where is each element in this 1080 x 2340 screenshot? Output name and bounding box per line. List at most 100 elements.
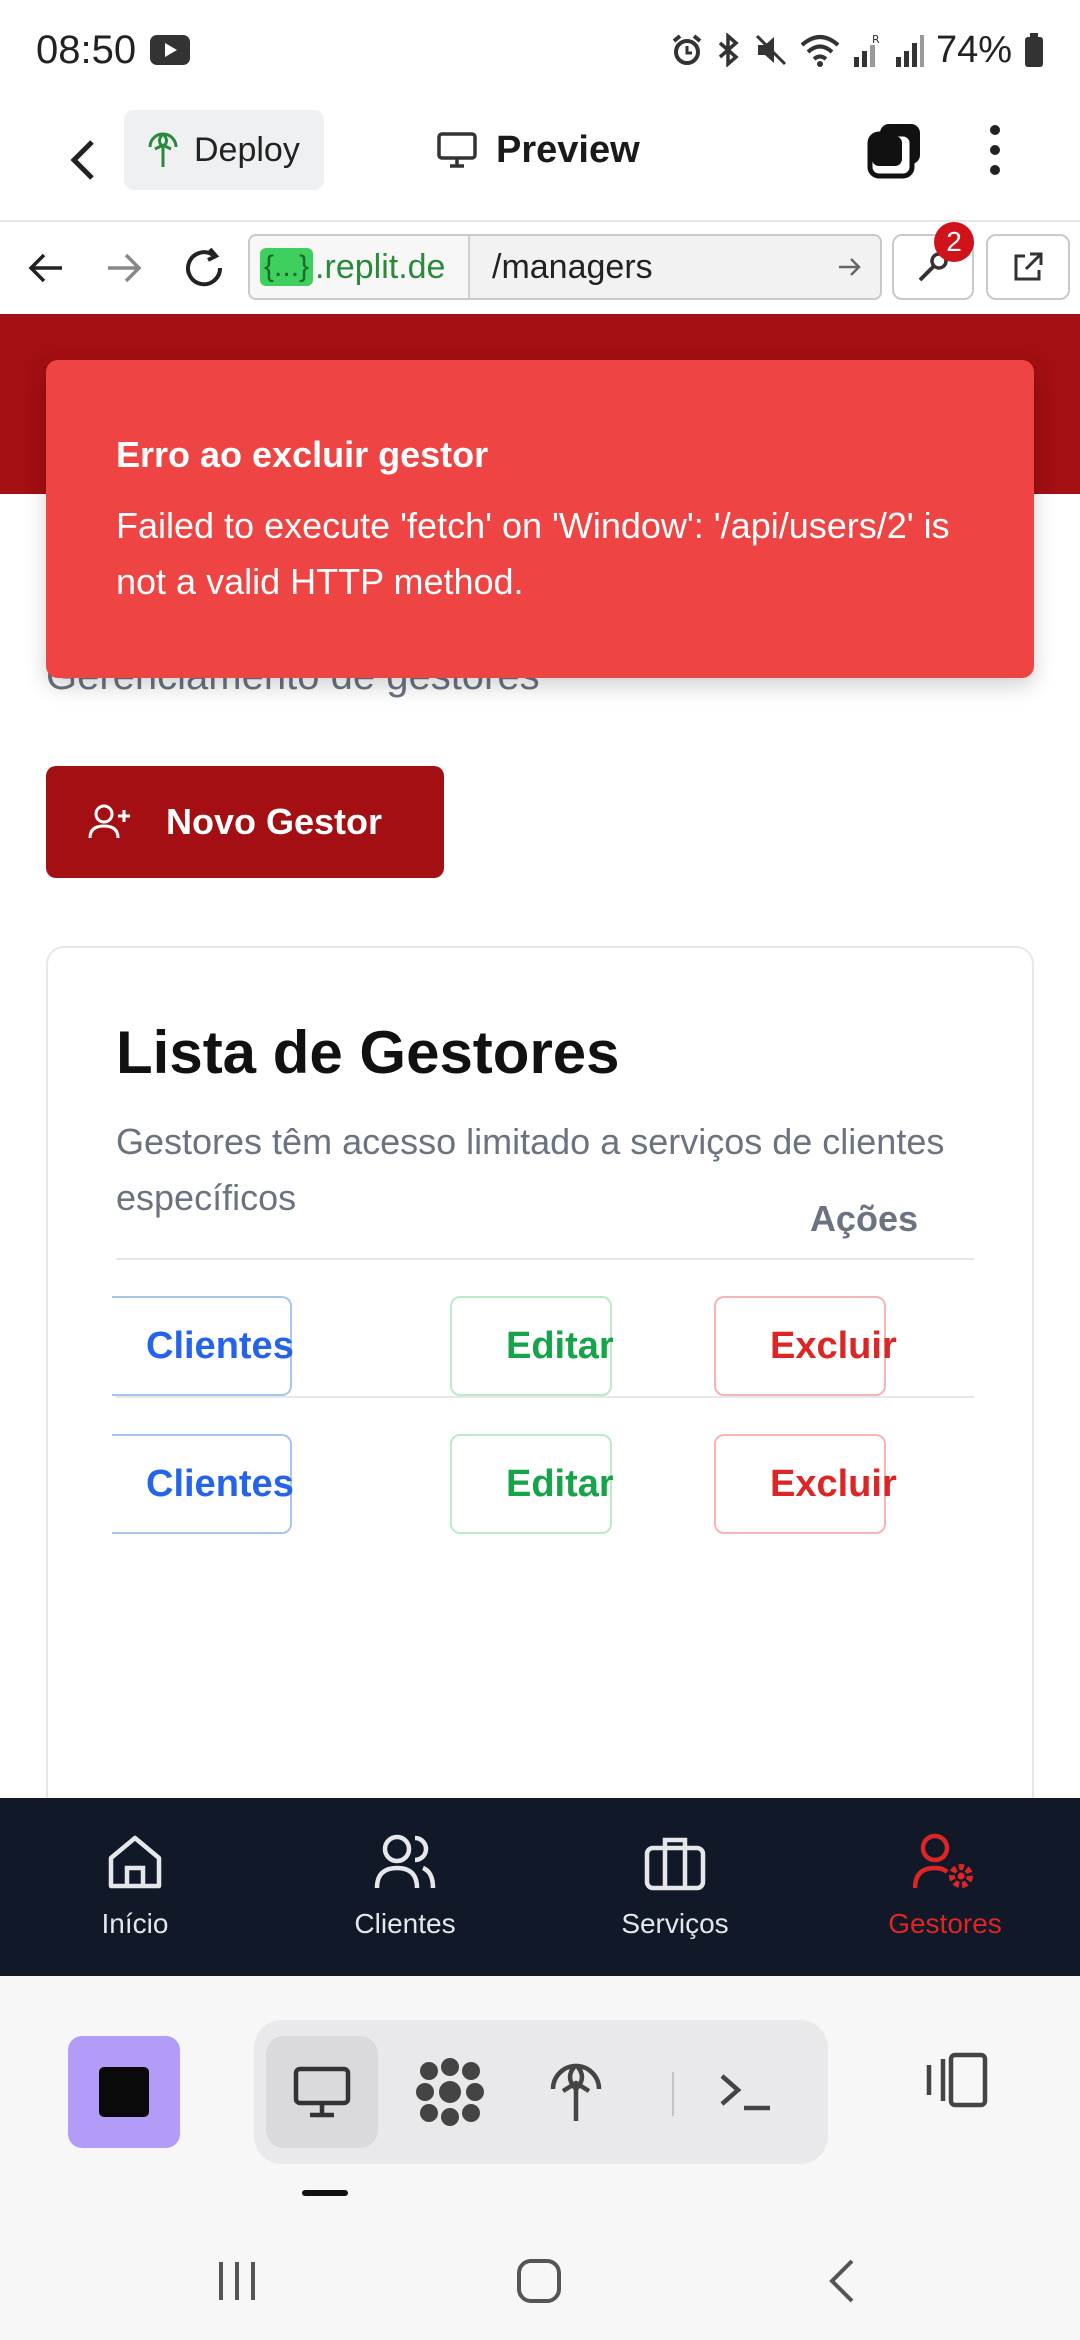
delete-label: Excluir [770,1462,897,1505]
browser-back-button[interactable] [18,240,74,296]
toast-title: Erro ao excluir gestor [116,434,489,475]
host-text: .replit.de [315,247,446,286]
chevron-left-icon [829,2259,854,2303]
preview-tool-button[interactable] [266,2036,378,2148]
nav-label-gestores: Gestores [888,1908,1002,1939]
url-host: {...} .replit.de [250,236,470,298]
signal-icon [895,35,924,67]
bluetooth-icon [718,33,739,67]
briefcase-icon [644,1837,706,1891]
open-external-button[interactable] [986,234,1070,300]
table-divider [116,1258,974,1260]
nav-label-servicos: Serviços [621,1908,729,1939]
edit-label: Editar [506,1462,614,1505]
nav-item-servicos[interactable]: Serviços [540,1798,810,1976]
tabs-icon [867,124,920,179]
url-go-button[interactable] [820,256,880,278]
delete-label: Excluir [770,1324,897,1367]
url-field[interactable]: {...} .replit.de /managers [248,234,882,300]
alarm-icon [672,34,702,65]
table-row: Clientes Editar Excluir [112,1296,976,1396]
clients-button[interactable]: Clientes [112,1296,294,1396]
reload-icon [186,247,223,287]
battery-level: 74% [935,28,1012,71]
more-options-button[interactable] [980,120,1010,180]
home-button[interactable] [504,2246,574,2316]
stop-icon [99,2067,149,2117]
managers-card: Lista de Gestores Gestores têm acesso li… [46,946,1034,1798]
wifi-icon [800,35,840,67]
monitor-icon [437,132,477,168]
layout-toggle-button[interactable] [920,2044,992,2116]
page-viewport: Gerenciamento de gestores Novo Gestor Li… [0,314,1080,1798]
reload-button[interactable] [176,240,232,296]
nav-label-inicio: Início [101,1908,169,1939]
deploy-label: Deploy [194,130,300,169]
tool-separator [672,2072,674,2116]
nav-item-gestores[interactable]: Gestores [810,1798,1080,1976]
split-view-icon [926,2052,988,2108]
chevron-left-icon [70,140,94,180]
shell-tool-button[interactable] [690,2036,802,2148]
edit-label: Editar [506,1324,614,1367]
mute-icon [755,34,786,66]
tool-indicator [302,2190,348,2196]
delete-button[interactable]: Excluir [714,1434,897,1534]
card-title: Lista de Gestores [116,1019,620,1086]
table-divider [116,1396,974,1398]
back-button[interactable] [52,130,112,190]
edit-button[interactable]: Editar [450,1296,614,1396]
user-gear-icon [913,1833,973,1889]
arrow-right-icon [108,253,142,283]
table-row: Clientes Editar Excluir [112,1434,976,1534]
battery-icon [1025,33,1043,67]
android-nav-bar [0,2216,1080,2340]
monitor-icon [293,2066,351,2118]
stop-button[interactable] [68,2036,180,2148]
deploy-icon [550,2063,602,2121]
devtools-badge: 2 [934,222,974,262]
error-toast[interactable]: Erro ao excluir gestor Failed to execute… [46,360,1034,678]
arrow-left-icon [28,253,62,283]
browser-forward-button[interactable] [96,240,152,296]
bottom-nav: Início Clientes Serviços Gestores [0,1798,1080,1976]
home-icon [108,1835,162,1889]
svg-text:R: R [872,33,880,46]
recents-icon [219,2262,255,2300]
edit-button[interactable]: Editar [450,1434,614,1534]
home-square-icon [517,2259,561,2303]
deploy-tool-button[interactable] [520,2036,632,2148]
new-manager-label: Novo Gestor [166,801,383,842]
clients-label: Clientes [146,1324,294,1367]
nav-item-clientes[interactable]: Clientes [270,1798,540,1976]
arrow-right-icon [839,258,861,276]
new-manager-button[interactable]: Novo Gestor [46,766,444,878]
terminal-icon [720,2074,770,2111]
browser-url-bar: {...} .replit.de /managers 2 [0,222,1080,314]
recent-apps-button[interactable] [202,2246,272,2316]
preview-tab[interactable]: Preview [436,122,640,178]
tool-group [254,2020,828,2164]
toast-message: Failed to execute 'fetch' on 'Window': '… [116,505,950,602]
external-link-icon [1014,252,1043,281]
clients-button[interactable]: Clientes [112,1434,294,1534]
actions-column-header: Ações [809,1198,918,1239]
system-back-button[interactable] [806,2246,876,2316]
delete-button[interactable]: Excluir [714,1296,897,1396]
preview-label: Preview [496,128,640,171]
devtools-button[interactable]: 2 [892,222,974,300]
status-bar: 08:50 R 74% [0,0,1080,100]
app-bar: Deploy Preview [0,100,1080,222]
nav-item-inicio[interactable]: Início [0,1798,270,1976]
signal-r-icon: R [853,33,880,67]
url-path: /managers [492,247,653,286]
host-badge: {...} [260,248,314,286]
status-icons: R 74% [670,29,1044,72]
deploy-button[interactable]: Deploy [124,110,324,190]
youtube-icon [150,35,191,65]
workspace-toolbar [0,1976,1080,2216]
agent-tool-button[interactable] [394,2036,506,2148]
tabs-button[interactable] [866,120,926,180]
status-time: 08:50 [36,27,137,72]
more-vertical-icon [990,125,1000,175]
